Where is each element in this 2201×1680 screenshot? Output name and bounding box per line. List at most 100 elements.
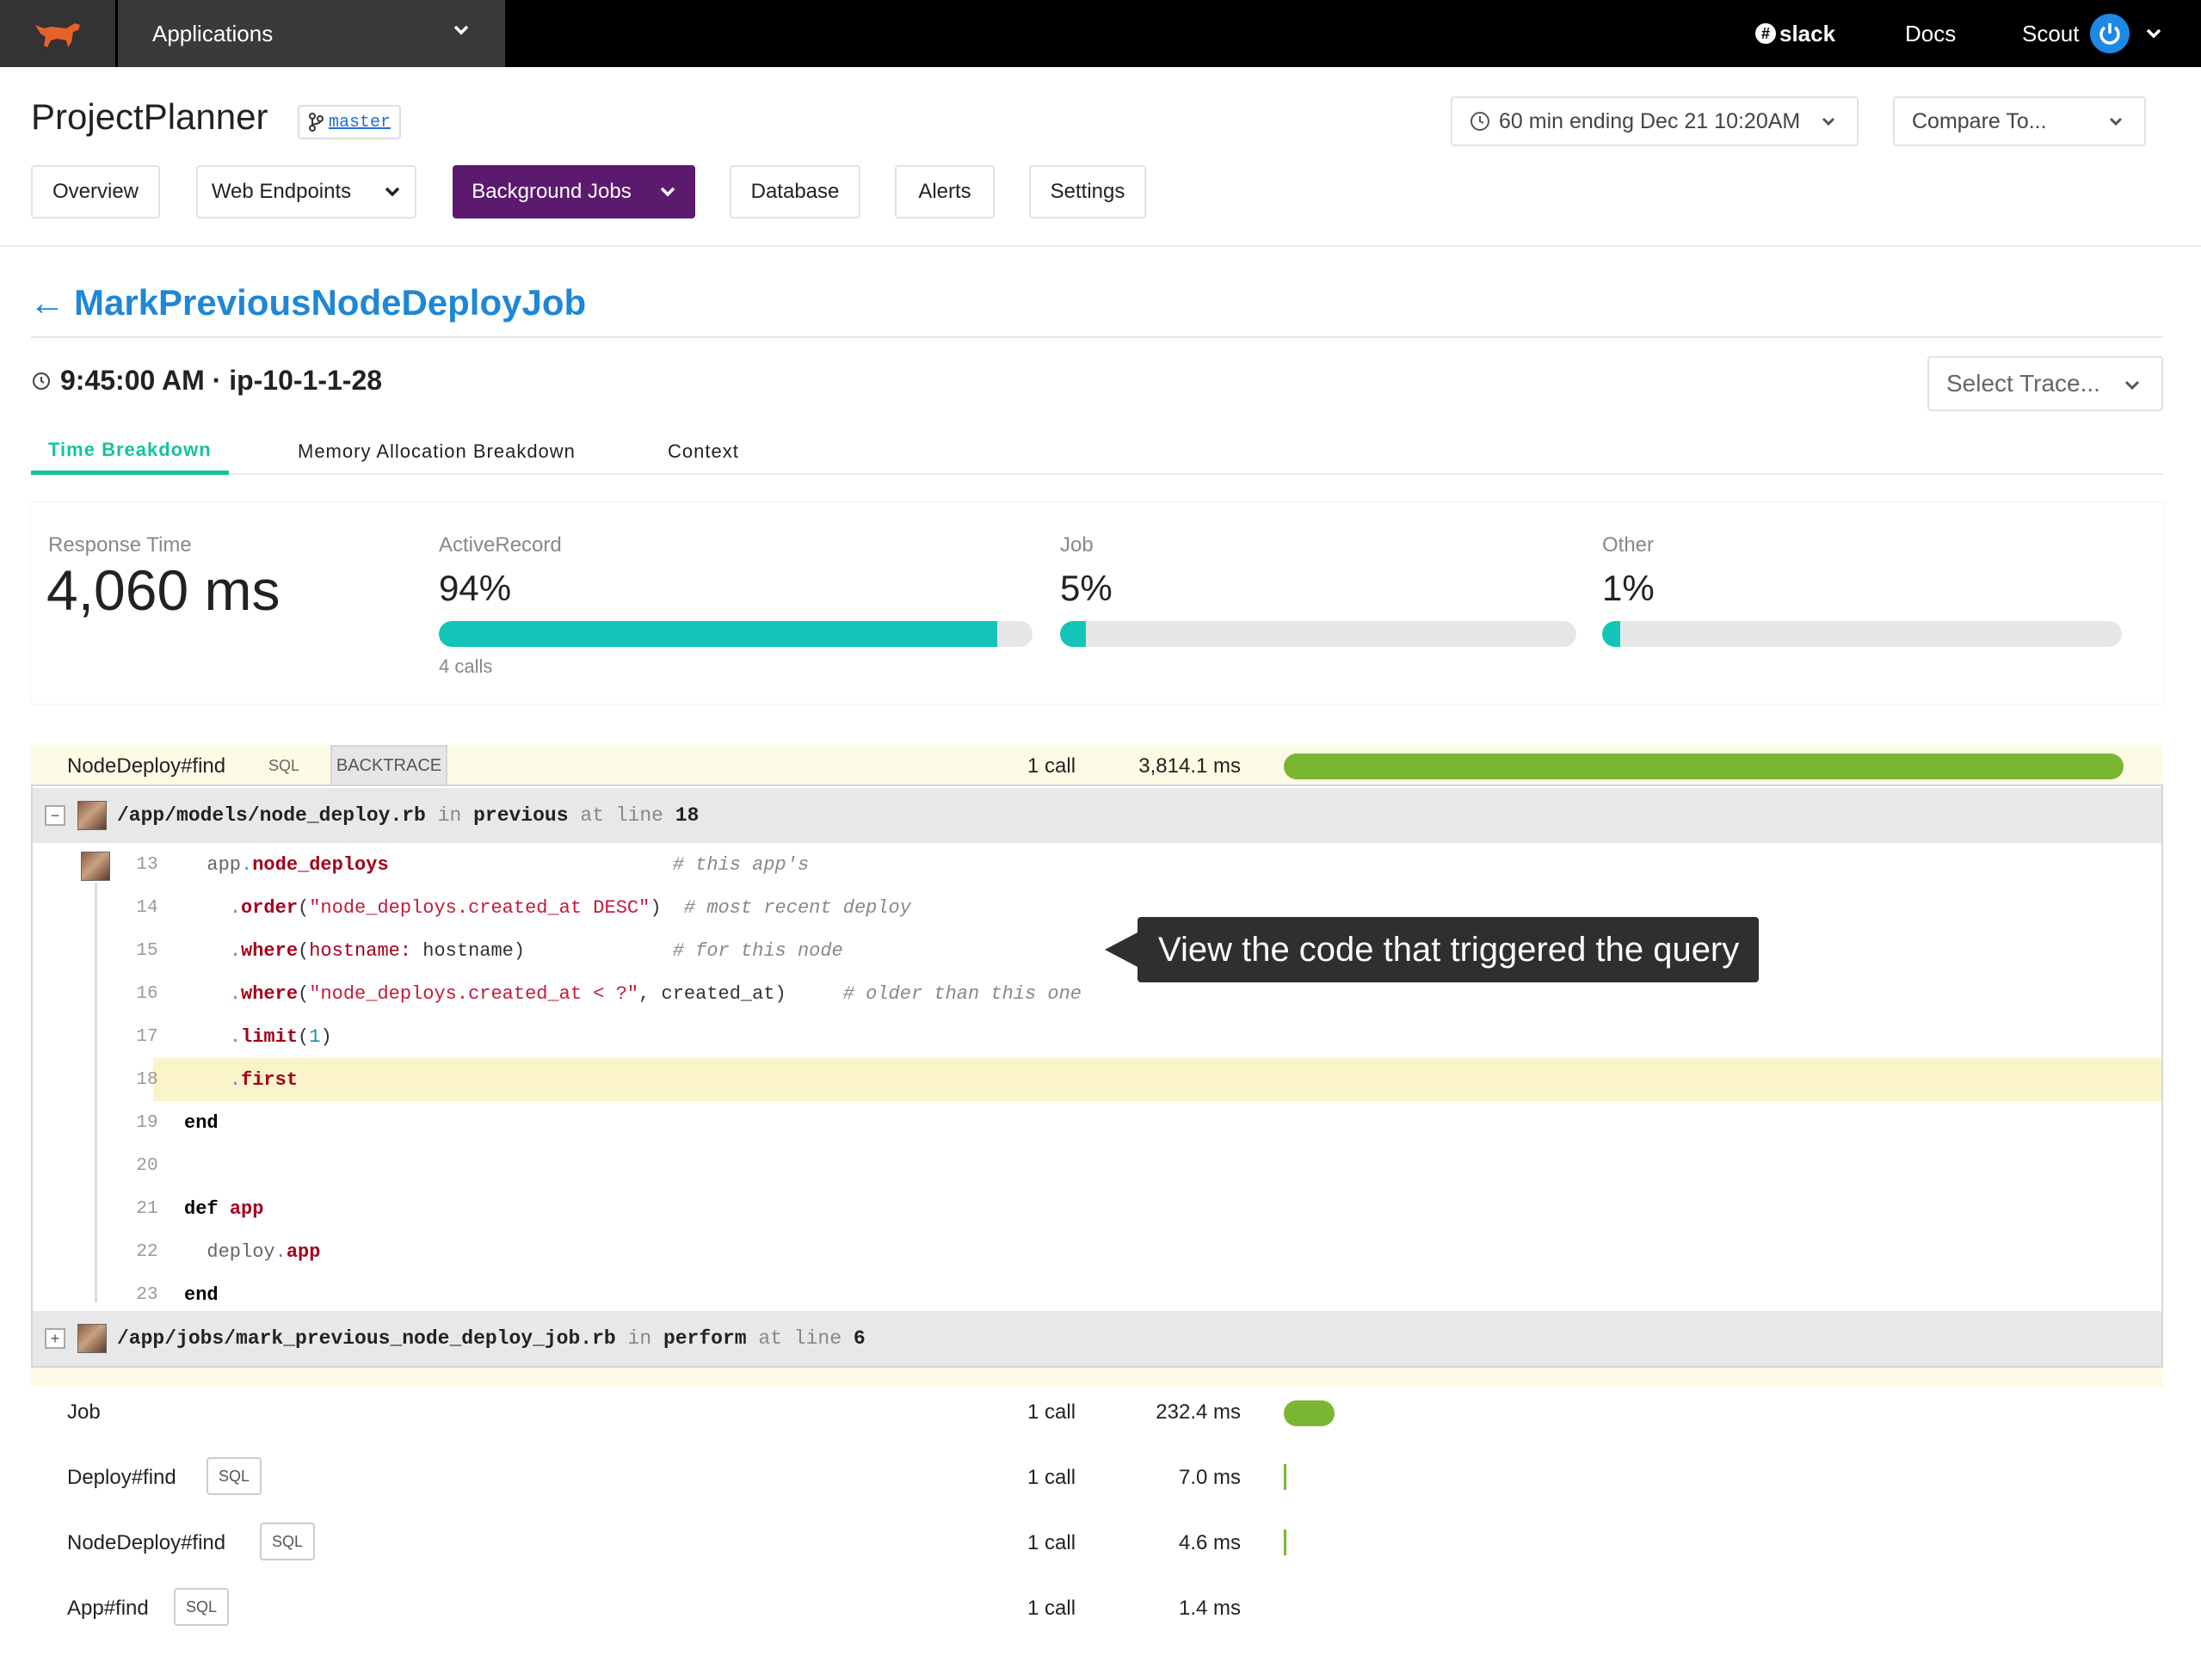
select-trace-dropdown[interactable]: Select Trace... <box>1927 356 2163 411</box>
expand-toggle[interactable]: + <box>45 1328 65 1349</box>
sql-tag: SQL <box>260 1523 316 1560</box>
line-number: 16 <box>136 983 158 1004</box>
frame-in: in <box>627 1327 652 1350</box>
branch-link[interactable]: master <box>329 113 391 132</box>
scout-logo[interactable] <box>0 0 115 67</box>
tab-time-breakdown[interactable]: Time Breakdown <box>31 428 229 475</box>
backtrace-tab[interactable]: BACKTRACE <box>330 745 447 785</box>
title-divider <box>31 336 2163 338</box>
frame-in: in <box>437 804 462 827</box>
trace-row-ms: 232.4 ms <box>1156 1400 1241 1424</box>
code-line-highlighted: 18 .first <box>136 1058 2161 1101</box>
backtrace-frame[interactable]: + /app/jobs/mark_previous_node_deploy_jo… <box>31 1311 2163 1366</box>
chevron-down-icon <box>2109 117 2123 126</box>
nav-overview-label: Overview <box>52 180 139 203</box>
code-text: .limit(1) <box>229 1025 332 1048</box>
nav-alerts-label: Alerts <box>918 180 971 203</box>
trace-row-name[interactable]: NodeDeploy#find <box>67 754 225 778</box>
collapse-toggle[interactable]: − <box>45 805 65 826</box>
trace-row-ms: 4.6 ms <box>1178 1531 1241 1554</box>
code-snippet: 13 app.node_deploys # this app's 14 .ord… <box>33 843 2161 1308</box>
activerecord-value: 94% <box>439 568 512 608</box>
frame-at: at <box>580 804 604 827</box>
trace-row-timeline-bar <box>1284 754 2124 779</box>
trace-row-timeline-bar <box>1284 1400 1335 1426</box>
nav-database[interactable]: Database <box>730 165 860 218</box>
compare-to-dropdown[interactable]: Compare To... <box>1893 96 2146 146</box>
frame-line-word: line <box>615 804 663 827</box>
user-menu[interactable]: Scout <box>2022 0 2162 67</box>
frame-line-word: line <box>793 1327 842 1350</box>
applications-label: Applications <box>152 20 274 46</box>
trace-row-ms: 7.0 ms <box>1178 1466 1241 1489</box>
chevron-down-icon <box>2146 28 2161 39</box>
nav-alerts[interactable]: Alerts <box>895 165 995 218</box>
clock-icon <box>1470 112 1489 131</box>
header-divider <box>0 245 2201 247</box>
slack-link[interactable]: # slack <box>1755 0 1835 67</box>
author-avatar <box>77 801 107 830</box>
branch-badge[interactable]: master <box>298 105 402 139</box>
trace-row-timeline-tick <box>1284 1529 1286 1555</box>
other-bar <box>1602 621 2122 647</box>
frame-method: previous <box>473 804 569 827</box>
code-line: 21 def app <box>33 1187 2161 1230</box>
code-line: 19 end <box>33 1101 2161 1144</box>
code-line: 22 deploy.app <box>33 1230 2161 1273</box>
nav-background-jobs[interactable]: Background Jobs <box>453 165 695 218</box>
job-bar <box>1060 621 1576 647</box>
slack-icon: # <box>1755 23 1776 44</box>
breakdown-tabs: Time Breakdown Memory Allocation Breakdo… <box>31 428 2163 475</box>
slack-label: slack <box>1779 20 1836 46</box>
job-title-link[interactable]: ← MarkPreviousNodeDeployJob <box>29 282 586 323</box>
power-icon <box>2089 14 2130 53</box>
code-line: 20 <box>33 1144 2161 1187</box>
tab-time-breakdown-label: Time Breakdown <box>48 438 212 460</box>
docs-link[interactable]: Docs <box>1905 0 1956 67</box>
nav-settings[interactable]: Settings <box>1029 165 1146 218</box>
trace-row-name[interactable]: Job <box>67 1400 101 1425</box>
compare-label: Compare To... <box>1912 108 2047 133</box>
code-text: .first <box>229 1068 299 1091</box>
nav-web-endpoints-label: Web Endpoints <box>211 180 352 203</box>
line-number: 19 <box>136 1112 158 1133</box>
tab-context[interactable]: Context <box>668 428 739 475</box>
job-bar-fill <box>1060 621 1086 647</box>
callout-tooltip: View the code that triggered the query <box>1105 917 1759 982</box>
tab-memory-allocation[interactable]: Memory Allocation Breakdown <box>298 428 576 475</box>
chevron-down-icon <box>1822 117 1835 126</box>
nav-web-endpoints[interactable]: Web Endpoints <box>196 165 416 218</box>
sql-tag: SQL <box>174 1588 230 1626</box>
other-value: 1% <box>1602 568 1655 608</box>
chevron-down-icon <box>453 25 469 35</box>
code-text: end <box>184 1111 219 1134</box>
trace-row-name[interactable]: Deploy#find <box>67 1466 176 1490</box>
trace-row-ms: 1.4 ms <box>1178 1597 1241 1620</box>
trace-row-name[interactable]: App#find <box>67 1597 149 1621</box>
nav-overview[interactable]: Overview <box>31 165 160 218</box>
frame-line: 18 <box>675 804 700 827</box>
line-number: 23 <box>136 1284 158 1305</box>
time-range-dropdown[interactable]: 60 min ending Dec 21 10:20AM <box>1451 96 1859 146</box>
frame-method: perform <box>663 1327 747 1350</box>
frame-line: 6 <box>853 1327 866 1350</box>
code-line: 23 end <box>33 1273 2161 1316</box>
chevron-down-icon <box>660 187 675 197</box>
trace-time-label: 9:45:00 AM · ip-10-1-1-28 <box>60 365 383 396</box>
line-number: 15 <box>136 940 158 961</box>
activerecord-calls: 4 calls <box>439 655 493 677</box>
time-range-label: 60 min ending Dec 21 10:20AM <box>1499 108 1801 133</box>
frame-path: /app/models/node_deploy.rb <box>117 804 426 827</box>
trace-row-name[interactable]: NodeDeploy#find <box>67 1531 225 1555</box>
tab-context-label: Context <box>668 440 739 462</box>
nav-database-label: Database <box>750 180 840 203</box>
code-line: 16 .where("node_deploys.created_at < ?",… <box>33 972 2161 1015</box>
trace-timestamp: 9:45:00 AM · ip-10-1-1-28 <box>31 365 382 397</box>
tab-memory-allocation-label: Memory Allocation Breakdown <box>298 440 576 462</box>
author-avatar <box>77 1324 107 1353</box>
applications-dropdown[interactable]: Applications <box>118 0 505 67</box>
other-label: Other <box>1602 533 1655 557</box>
git-branch-icon <box>309 113 324 132</box>
backtrace-frame[interactable]: − /app/models/node_deploy.rb in previous… <box>31 788 2163 843</box>
clock-icon <box>33 372 50 390</box>
